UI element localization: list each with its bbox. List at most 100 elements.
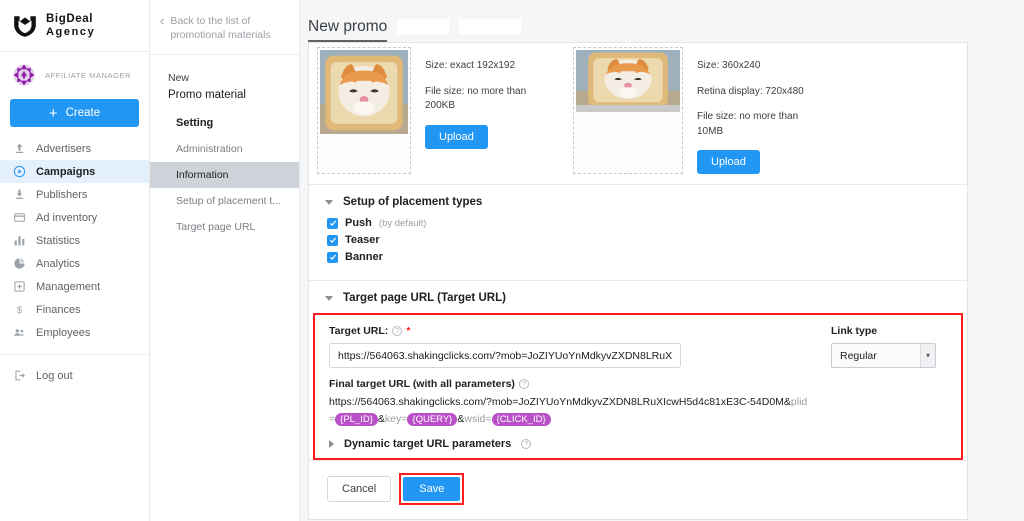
checkbox-checked-icon[interactable] (327, 234, 338, 246)
chevron-left-icon: ‹ (160, 13, 165, 28)
page-title: New promo (308, 18, 388, 42)
sidebar-item-statistics[interactable]: Statistics (0, 229, 149, 252)
people-icon (12, 326, 26, 340)
upload-button-square[interactable]: Upload (425, 124, 488, 149)
sidebar-item-label: Employees (36, 326, 91, 339)
upload-filesize-text: File size: no more than 10MB (697, 111, 799, 137)
checkbox-checked-icon[interactable] (327, 251, 338, 263)
upload-button-wide[interactable]: Upload (697, 150, 760, 174)
account-row[interactable]: AFFILIATE MANAGER (0, 52, 149, 95)
link-type-select[interactable]: Regular (831, 343, 936, 368)
dollar-icon: $ (12, 303, 26, 317)
dynamic-params-label: Dynamic target URL parameters (344, 437, 512, 450)
bar-chart-icon (12, 234, 26, 248)
sidebar-item-analytics[interactable]: Analytics (0, 252, 149, 275)
account-role-label: AFFILIATE MANAGER (45, 70, 131, 80)
link-type-select-wrapper: Regular ▾ (831, 343, 936, 368)
target-url-title: Target page URL (Target URL) (343, 292, 506, 304)
upload-meta-wide: Size: 360x240 Retina display: 720x480 Fi… (697, 47, 825, 174)
link-type-label: Link type (831, 325, 878, 337)
brand-line-2: Agency (46, 25, 96, 38)
upload-arrow-icon (12, 142, 26, 156)
sidebar-item-finances[interactable]: $ Finances (0, 298, 149, 321)
target-url-label-row: Target URL: ? * (329, 325, 831, 337)
create-button[interactable]: + Create (10, 99, 139, 127)
final-url-base: https://564063.shakingclicks.com/?mob=Jo… (329, 396, 791, 408)
checkbox-checked-icon[interactable] (327, 217, 338, 229)
app-root: BigDeal Agency AFFILIATE MANAGER + Creat… (0, 0, 1024, 521)
subnav-heading-line-2: Promo material (168, 89, 246, 102)
redacted-block-2 (459, 19, 522, 34)
final-url-text: https://564063.shakingclicks.com/?mob=Jo… (329, 394, 809, 429)
placement-types-header[interactable]: Setup of placement types (309, 185, 967, 217)
upload-size-text: Size: 360x240 (697, 60, 761, 71)
upload-retina-text: Retina display: 720x480 (697, 85, 804, 97)
save-button[interactable]: Save (403, 476, 461, 501)
help-icon[interactable]: ? (392, 326, 403, 336)
form-card: Size: exact 192x192 File size: no more t… (308, 42, 968, 520)
final-url-label: Final target URL (with all parameters) (329, 378, 515, 390)
final-url-token-pl-id: {PL_ID} (335, 413, 378, 427)
download-arrow-icon (12, 188, 26, 202)
target-url-row: Target URL: ? * Link type Regular (329, 325, 949, 368)
help-icon[interactable]: ? (518, 379, 529, 389)
back-to-list-label: Back to the list of promotional material… (170, 15, 271, 42)
sidebar-item-ad-inventory[interactable]: Ad inventory (0, 206, 149, 229)
secondary-sidebar: ‹ Back to the list of promotional materi… (150, 0, 300, 521)
sidebar-item-label: Advertisers (36, 142, 92, 155)
required-marker: * (406, 325, 411, 337)
redacted-block-1 (397, 19, 450, 34)
help-icon[interactable]: ? (521, 438, 532, 449)
final-url-amp-1: & (377, 413, 385, 426)
sidebar-item-employees[interactable]: Employees (0, 321, 149, 344)
sidebar-item-label: Statistics (36, 234, 81, 247)
cancel-button[interactable]: Cancel (327, 475, 392, 502)
checkbox-note: (by default) (378, 217, 427, 229)
placement-types-section: Setup of placement types Push (by defaul… (309, 185, 967, 281)
checkbox-row-banner[interactable]: Banner (327, 251, 967, 263)
subnav-heading-line-1: New (168, 72, 190, 85)
subnav-item-placement-types[interactable]: Setup of placement t... (150, 188, 299, 214)
form-footer: Cancel Save (309, 461, 967, 519)
sidebar-item-advertisers[interactable]: Advertisers (0, 137, 149, 160)
placement-types-title: Setup of placement types (343, 196, 483, 208)
main-content: New promo Size: exact 192x192 File size:… (300, 0, 1024, 521)
sidebar-divider (0, 354, 149, 355)
subnav-item-information[interactable]: Information (150, 162, 299, 189)
image-upload-section: Size: exact 192x192 File size: no more t… (309, 43, 967, 185)
cat-in-bread-wide-preview (576, 50, 680, 112)
svg-text:$: $ (16, 305, 21, 315)
dynamic-params-toggle[interactable]: Dynamic target URL parameters ? (329, 438, 949, 450)
checkbox-row-push[interactable]: Push (by default) (327, 217, 967, 229)
image-dropzone-wide[interactable] (573, 47, 683, 174)
subnav-item-target-page-url[interactable]: Target page URL (150, 214, 299, 240)
chevron-down-icon (325, 199, 333, 205)
final-url-param-wsid: wsid= (464, 413, 492, 426)
brand-logo-area[interactable]: BigDeal Agency (0, 0, 149, 52)
sidebar-item-logout[interactable]: Log out (0, 364, 149, 387)
checkbox-label: Banner (345, 251, 383, 263)
sidebar-item-label: Finances (36, 303, 81, 316)
checkbox-row-teaser[interactable]: Teaser (327, 234, 967, 246)
sidebar-item-management[interactable]: Management (0, 275, 149, 298)
image-dropzone-square[interactable] (317, 47, 411, 174)
upload-block-square: Size: exact 192x192 File size: no more t… (309, 47, 569, 174)
final-url-param-key: key= (384, 413, 408, 426)
target-url-header[interactable]: Target page URL (Target URL) (309, 281, 967, 313)
page-header: New promo (300, 0, 1024, 42)
sidebar-item-publishers[interactable]: Publishers (0, 183, 149, 206)
sidebar-item-label: Management (36, 280, 101, 293)
checkbox-label: Teaser (345, 234, 380, 246)
final-url-label-row: Final target URL (with all parameters) ? (329, 378, 949, 390)
plus-icon: + (48, 104, 58, 122)
shield-logo-icon (14, 15, 36, 37)
target-url-input[interactable] (329, 343, 681, 368)
target-url-highlight-box: Target URL: ? * Link type Regular (313, 313, 963, 460)
checkbox-label: Push (345, 217, 372, 229)
sidebar-item-campaigns[interactable]: Campaigns (0, 160, 149, 183)
subnav-item-administration[interactable]: Administration (150, 136, 299, 162)
user-avatar-icon (13, 64, 35, 86)
chevron-down-icon (325, 295, 333, 301)
back-to-list-link[interactable]: ‹ Back to the list of promotional materi… (150, 0, 299, 56)
placement-types-options: Push (by default) Teaser Banner (309, 217, 967, 280)
